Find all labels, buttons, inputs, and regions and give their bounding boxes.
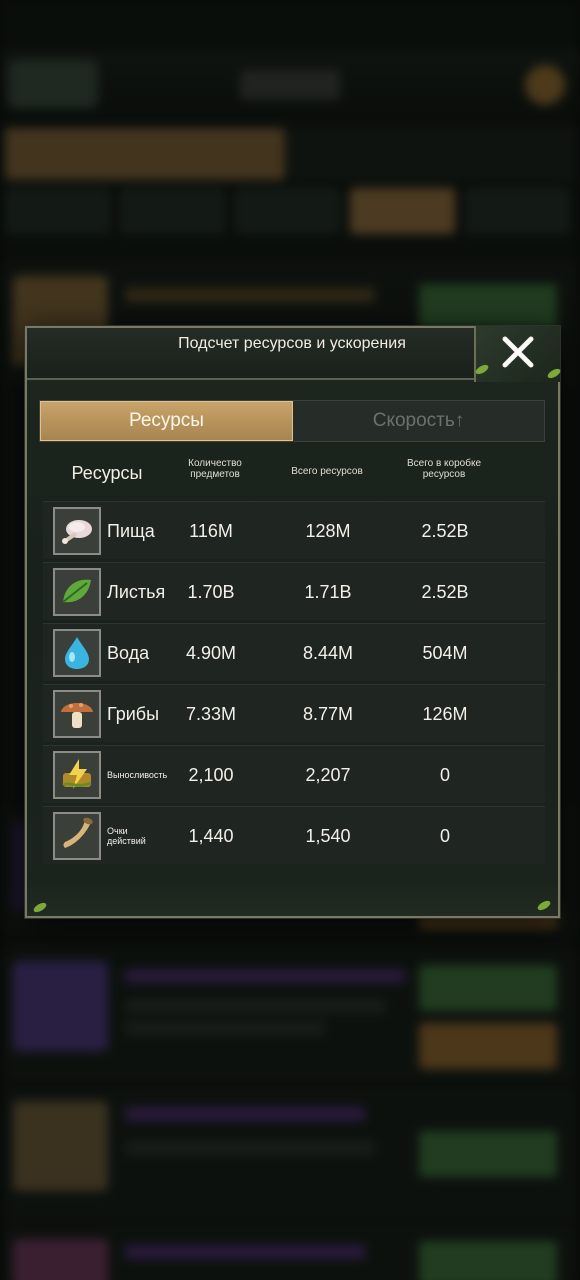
dialog-title: Подсчет ресурсов и ускорения (178, 335, 406, 352)
box-total-value: 2.52B (421, 520, 469, 541)
resource-name: Очки действий (107, 826, 146, 846)
table-row: Пища 116M 128M 2.52B (43, 501, 545, 559)
stamina-icon (53, 751, 101, 799)
box-total-value: 0 (439, 825, 450, 846)
column-header-total: Всего ресурсов (291, 466, 363, 477)
box-total-value: 0 (439, 764, 450, 785)
leaf-icon (53, 568, 101, 616)
resource-name: Вода (107, 642, 150, 663)
items-value: 1.70B (187, 581, 235, 602)
box-total-value: 126M (422, 703, 468, 724)
box-total-value: 2.52B (421, 581, 469, 602)
mushroom-icon (53, 690, 101, 738)
total-value: 8.44M (302, 642, 354, 663)
resource-name: Грибы (107, 703, 160, 724)
resource-name: Выносливость (107, 770, 168, 780)
table-row: Выносливость 2,100 2,207 0 (43, 745, 545, 803)
column-header-items: Количество предметов (188, 458, 242, 480)
tab-speedups[interactable]: Скорость↑ (293, 401, 544, 441)
total-value: 1,540 (305, 825, 351, 846)
items-value: 116M (189, 520, 233, 541)
horn-icon (53, 812, 101, 860)
resource-name: Пища (107, 520, 155, 541)
resource-name: Листья (107, 581, 166, 602)
tab-bar: Ресурсы Скорость↑ (39, 400, 545, 442)
total-value: 8.77M (302, 703, 354, 724)
total-value: 1.71B (304, 581, 352, 602)
table-row: Вода 4.90M 8.44M 504M (43, 623, 545, 681)
water-drop-icon (53, 629, 101, 677)
meat-icon (53, 507, 101, 555)
total-value: 2,207 (305, 764, 351, 785)
table-row: Грибы 7.33M 8.77M 126M (43, 684, 545, 742)
table-row: Очки действий 1,440 1,540 0 (43, 806, 545, 864)
vine-decoration (32, 900, 48, 915)
items-value: 1,440 (188, 825, 234, 846)
dialog-header: Подсчет ресурсов и ускорения (27, 326, 562, 382)
items-value: 2,100 (188, 764, 234, 785)
tab-resources[interactable]: Ресурсы (40, 401, 293, 441)
table-row: Листья 1.70B 1.71B 2.52B (43, 562, 545, 620)
items-value: 4.90M (185, 642, 237, 663)
resource-summary-dialog: Подсчет ресурсов и ускорения Ресурсы Ско… (25, 326, 562, 918)
column-header-box-total: Всего в коробке ресурсов (406, 458, 482, 480)
vine-decoration (536, 898, 552, 913)
dialog-footer (27, 876, 558, 916)
resource-table: Пища 116M 128M 2.52B Листья 1.70B 1.71B … (43, 501, 545, 867)
box-total-value: 504M (422, 642, 468, 663)
close-x-icon (500, 334, 536, 375)
column-header-resources: Ресурсы (71, 463, 143, 483)
total-value: 128M (305, 520, 351, 541)
items-value: 7.33M (185, 703, 237, 724)
